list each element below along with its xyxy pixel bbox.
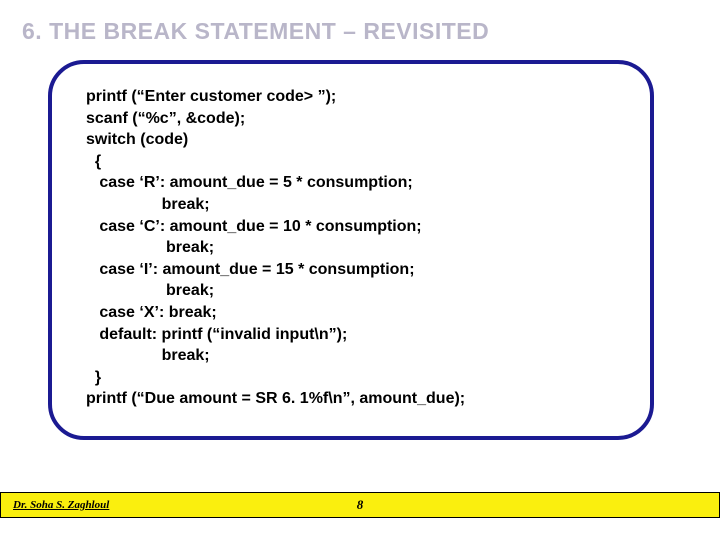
code-line: switch (code) [86, 129, 636, 151]
code-line: break; [86, 237, 636, 259]
code-line: break; [86, 345, 636, 367]
code-line: case ‘R’: amount_due = 5 * consumption; [86, 172, 636, 194]
code-line: { [86, 151, 636, 173]
code-line: break; [86, 280, 636, 302]
author-name: Dr. Soha S. Zaghloul [13, 499, 109, 511]
code-line: break; [86, 194, 636, 216]
slide-heading: 6. THE BREAK STATEMENT – REVISITED [22, 18, 489, 45]
code-line: case ‘I’: amount_due = 15 * consumption; [86, 259, 636, 281]
footer-bar: Dr. Soha S. Zaghloul 8 [0, 492, 720, 518]
code-line: } [86, 367, 636, 389]
page-number: 8 [357, 497, 364, 513]
code-box: printf (“Enter customer code> ”); scanf … [48, 60, 654, 440]
code-line: case ‘X’: break; [86, 302, 636, 324]
code-line: printf (“Due amount = SR 6. 1%f\n”, amou… [86, 388, 636, 410]
code-line: default: printf (“invalid input\n”); [86, 324, 636, 346]
code-line: case ‘C’: amount_due = 10 * consumption; [86, 216, 636, 238]
code-line: scanf (“%c”, &code); [86, 108, 636, 130]
code-line: printf (“Enter customer code> ”); [86, 86, 636, 108]
